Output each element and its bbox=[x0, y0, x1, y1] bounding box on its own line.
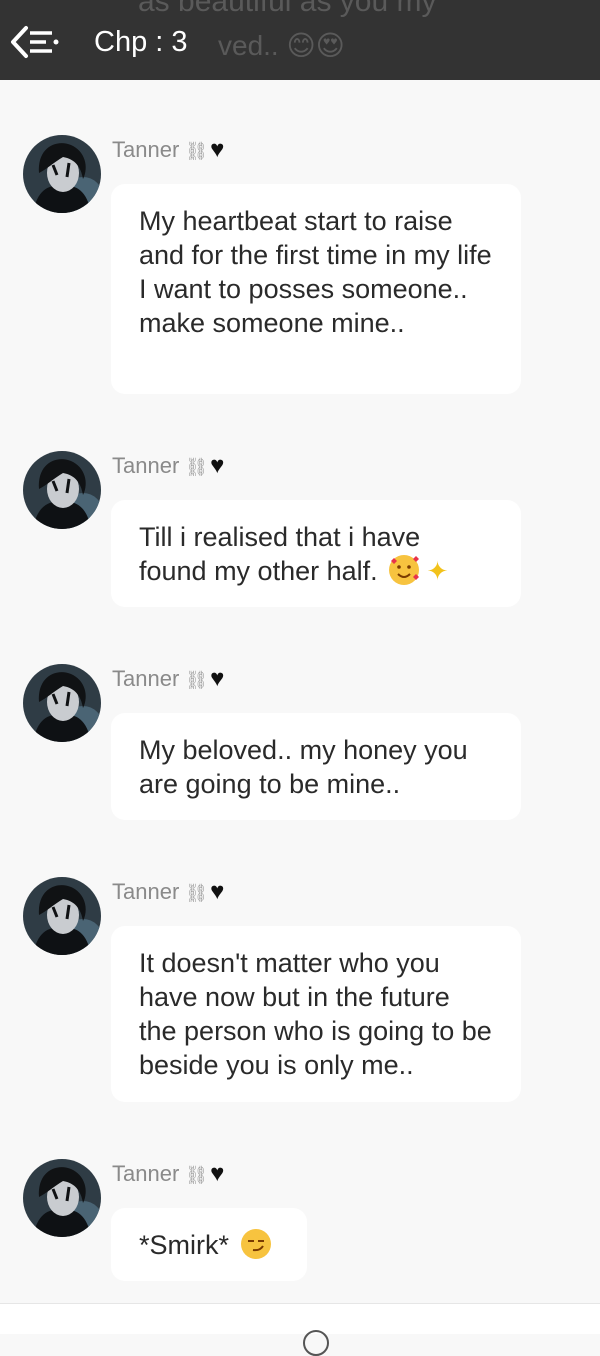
message-text: *Smirk* bbox=[139, 1230, 230, 1260]
avatar[interactable] bbox=[23, 135, 101, 213]
black-heart-icon: ♥ bbox=[210, 1160, 225, 1187]
chain-icon: ⛓ bbox=[185, 883, 209, 903]
sender-name: Tanner ⛓♥ bbox=[112, 665, 225, 692]
chain-icon: ⛓ bbox=[185, 457, 209, 477]
black-heart-icon: ♥ bbox=[210, 878, 225, 905]
avatar[interactable] bbox=[23, 877, 101, 955]
chain-icon: ⛓ bbox=[185, 141, 209, 161]
message-text: Till i realised that i have found my oth… bbox=[139, 522, 421, 586]
message-text: It doesn't matter who you have now but i… bbox=[139, 948, 492, 1080]
previous-message-ghost-text: as beautiful as you my bbox=[138, 0, 437, 18]
black-heart-icon: ♥ bbox=[210, 665, 225, 692]
avatar[interactable] bbox=[23, 664, 101, 742]
sender-name: Tanner ⛓♥ bbox=[112, 878, 225, 905]
message-bubble: It doesn't matter who you have now but i… bbox=[111, 926, 521, 1102]
sender-name: Tanner ⛓♥ bbox=[112, 136, 225, 163]
chain-icon: ⛓ bbox=[185, 1165, 209, 1185]
sender-name: Tanner ⛓♥ bbox=[112, 1160, 225, 1187]
message-bubble: My beloved.. my honey you are going to b… bbox=[111, 713, 521, 820]
chapter-title: Chp : 3 bbox=[94, 26, 188, 58]
message-bubble: *Smirk* bbox=[111, 1208, 307, 1281]
black-heart-icon: ♥ bbox=[210, 452, 225, 479]
top-bar: as beautiful as you my ved.. 😊😍 Chp : 3 bbox=[0, 0, 600, 80]
sparkles-icon: ✦ bbox=[426, 556, 449, 586]
message-bubble: Till i realised that i have found my oth… bbox=[111, 500, 521, 607]
message-bubble: My heartbeat start to raise and for the … bbox=[111, 184, 521, 394]
avatar[interactable] bbox=[23, 1159, 101, 1237]
back-list-icon bbox=[11, 26, 59, 58]
message-text: My beloved.. my honey you are going to b… bbox=[139, 735, 468, 799]
avatar[interactable] bbox=[23, 451, 101, 529]
smirking-face-icon bbox=[240, 1229, 271, 1259]
message-text: My heartbeat start to raise and for the … bbox=[139, 206, 492, 338]
previous-message-ghost-text-2: ved.. 😊😍 bbox=[218, 30, 345, 61]
smiling-face-with-hearts-icon bbox=[389, 555, 420, 585]
back-menu-button[interactable] bbox=[8, 20, 64, 64]
bottom-bar bbox=[0, 1304, 600, 1356]
chain-icon: ⛓ bbox=[185, 670, 209, 690]
sender-name: Tanner ⛓♥ bbox=[112, 452, 225, 479]
black-heart-icon: ♥ bbox=[210, 136, 225, 163]
